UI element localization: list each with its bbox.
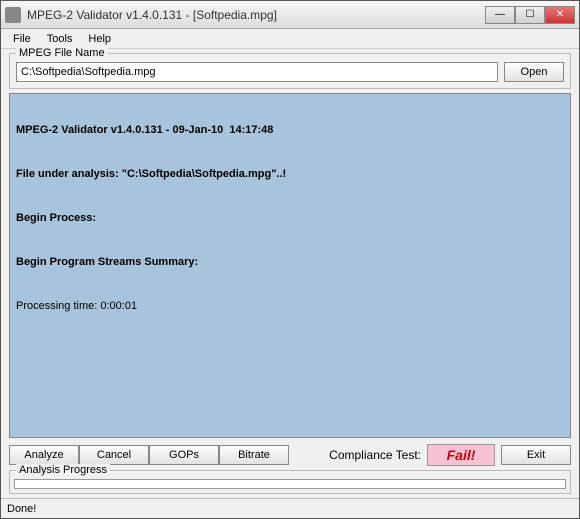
menu-help[interactable]: Help: [80, 31, 119, 47]
statusbar: Done!: [1, 498, 579, 518]
cancel-button[interactable]: Cancel: [79, 445, 149, 465]
output-log[interactable]: MPEG-2 Validator v1.4.0.131 - 09-Jan-10 …: [9, 93, 571, 438]
open-button[interactable]: Open: [504, 62, 564, 82]
analyze-button[interactable]: Analyze: [9, 445, 79, 465]
compliance-result: Fail!: [427, 444, 495, 466]
compliance-label: Compliance Test:: [323, 448, 427, 462]
action-bar: Analyze Cancel GOPs Bitrate Compliance T…: [9, 444, 571, 466]
progress-legend: Analysis Progress: [16, 464, 110, 476]
log-line-time: Processing time: 0:00:01: [16, 300, 564, 312]
client-area: MPEG File Name Open MPEG-2 Validator v1.…: [1, 49, 579, 498]
gops-button[interactable]: GOPs: [149, 445, 219, 465]
file-row: Open: [16, 62, 564, 82]
file-name-group: MPEG File Name Open: [9, 53, 571, 89]
progress-group: Analysis Progress: [9, 470, 571, 494]
progress-bar: [14, 479, 566, 489]
menubar: File Tools Help: [1, 29, 579, 49]
minimize-button[interactable]: —: [485, 6, 515, 24]
window-title: MPEG-2 Validator v1.4.0.131 - [Softpedia…: [27, 8, 485, 22]
window-controls: — ☐ ✕: [485, 6, 575, 24]
app-window: MPEG-2 Validator v1.4.0.131 - [Softpedia…: [0, 0, 580, 519]
log-line-begin: Begin Process:: [16, 212, 564, 224]
maximize-button[interactable]: ☐: [515, 6, 545, 24]
close-button[interactable]: ✕: [545, 6, 575, 24]
status-text: Done!: [7, 503, 36, 515]
file-name-legend: MPEG File Name: [16, 47, 108, 59]
exit-button[interactable]: Exit: [501, 445, 571, 465]
log-line-file: File under analysis: "C:\Softpedia\Softp…: [16, 168, 564, 180]
file-path-input[interactable]: [16, 62, 498, 82]
app-icon: [5, 7, 21, 23]
menu-tools[interactable]: Tools: [39, 31, 81, 47]
titlebar: MPEG-2 Validator v1.4.0.131 - [Softpedia…: [1, 1, 579, 29]
menu-file[interactable]: File: [5, 31, 39, 47]
bitrate-button[interactable]: Bitrate: [219, 445, 289, 465]
log-line-summary: Begin Program Streams Summary:: [16, 256, 564, 268]
log-line-header: MPEG-2 Validator v1.4.0.131 - 09-Jan-10 …: [16, 124, 564, 136]
